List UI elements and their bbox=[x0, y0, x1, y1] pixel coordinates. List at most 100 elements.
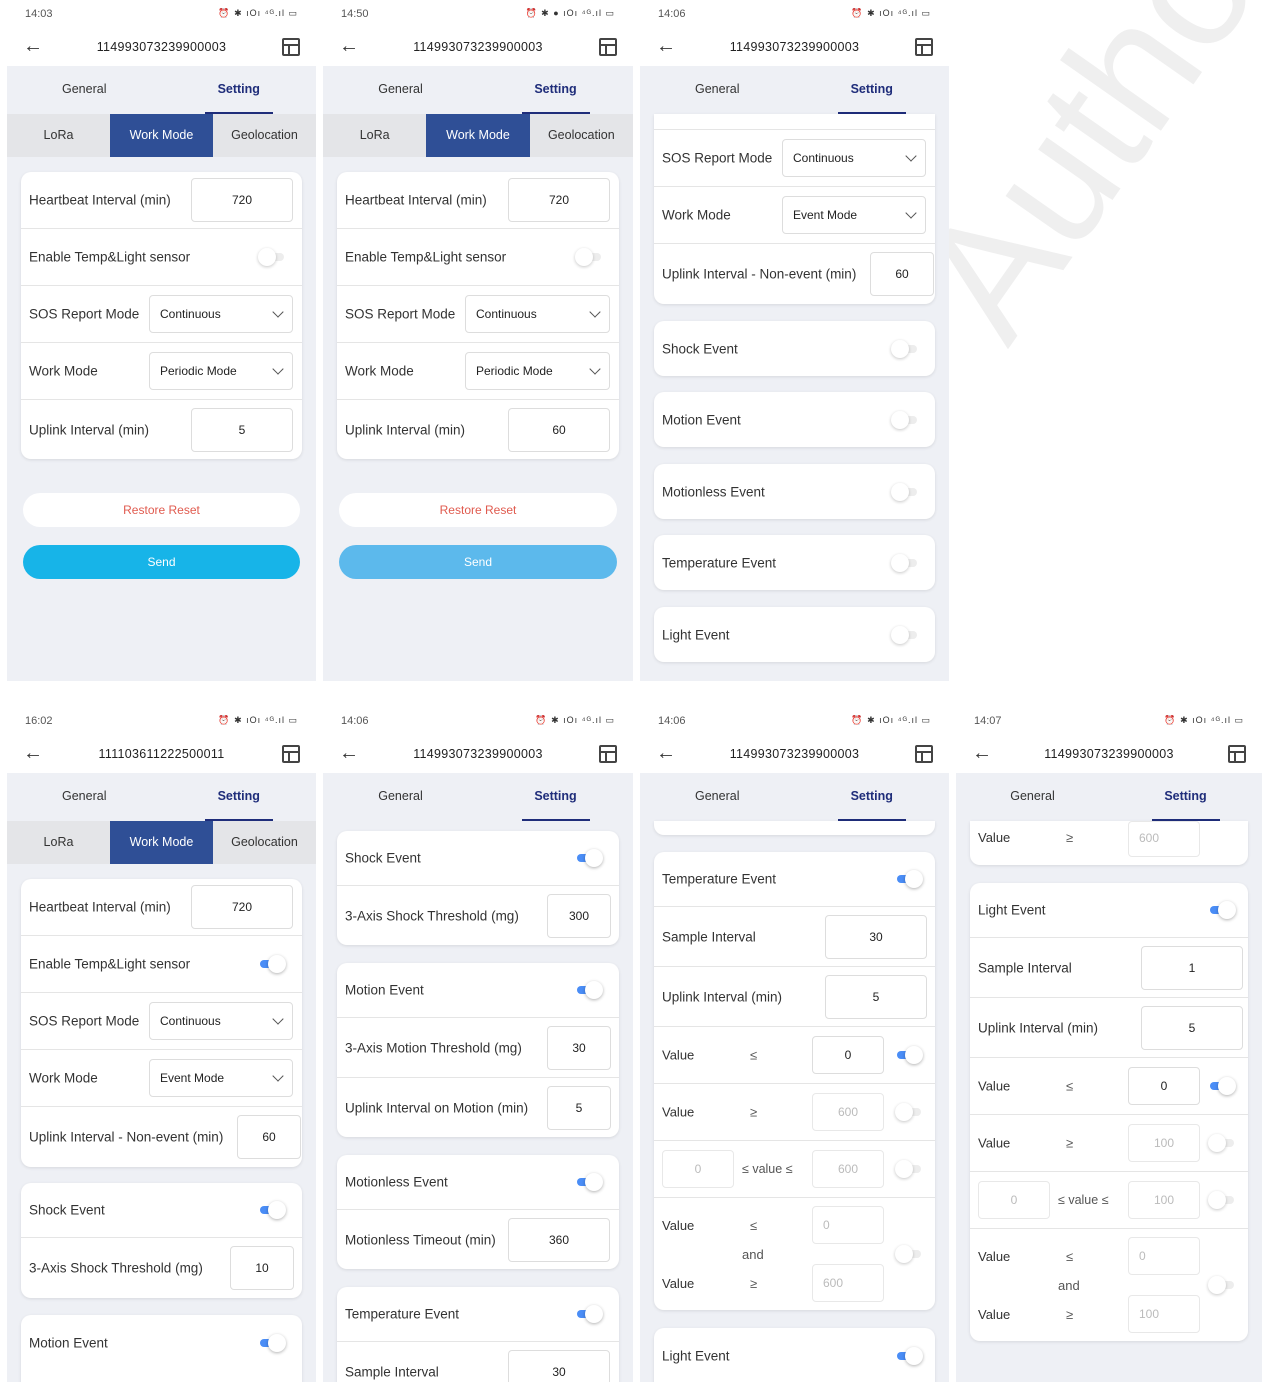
send-button[interactable]: Send bbox=[339, 545, 617, 579]
layout-icon[interactable] bbox=[1228, 745, 1246, 763]
value-ge-input[interactable]: 600 bbox=[812, 1093, 884, 1131]
motionless-event-toggle[interactable] bbox=[891, 482, 919, 501]
value-le-toggle[interactable] bbox=[1208, 1077, 1236, 1095]
shock-event-toggle[interactable] bbox=[891, 339, 919, 358]
sample-interval-input[interactable]: 1 bbox=[1141, 945, 1243, 990]
light-event-toggle[interactable] bbox=[1208, 901, 1236, 919]
status-time: 14:06 bbox=[341, 715, 369, 727]
heartbeat-input[interactable]: 720 bbox=[508, 178, 610, 222]
shock-event-toggle[interactable] bbox=[258, 1201, 286, 1219]
between-low-input[interactable]: 0 bbox=[662, 1150, 734, 1188]
tab-general[interactable]: General bbox=[323, 66, 478, 114]
value-ge-toggle[interactable] bbox=[895, 1103, 923, 1121]
value-le-input[interactable]: 0 bbox=[1128, 1067, 1200, 1105]
between-high-input[interactable]: 100 bbox=[1128, 1181, 1200, 1219]
sub-tab-lora[interactable]: LoRa bbox=[323, 114, 426, 157]
value-between-row: 0 ≤ value ≤ 100 bbox=[970, 1172, 1248, 1229]
send-button[interactable]: Send bbox=[23, 545, 300, 579]
tab-general[interactable]: General bbox=[956, 773, 1109, 821]
templight-toggle[interactable] bbox=[575, 248, 603, 266]
temperature-event-row: Temperature Event bbox=[337, 1287, 619, 1342]
value-and-toggle[interactable] bbox=[1208, 1276, 1236, 1294]
temperature-event-toggle[interactable] bbox=[895, 870, 923, 888]
value-le-input[interactable]: 0 bbox=[812, 1036, 884, 1074]
templight-toggle[interactable] bbox=[258, 955, 286, 973]
between-low-input[interactable]: 0 bbox=[978, 1181, 1050, 1219]
workmode-select[interactable]: Event Mode bbox=[149, 1059, 293, 1097]
sub-tab-geolocation[interactable]: Geolocation bbox=[530, 114, 633, 157]
tab-setting[interactable]: Setting bbox=[795, 773, 950, 821]
and-high-input[interactable]: 600 bbox=[812, 1264, 884, 1302]
temperature-event-toggle[interactable] bbox=[891, 553, 919, 572]
motion-event-toggle[interactable] bbox=[891, 410, 919, 429]
uplink-input[interactable]: 5 bbox=[191, 407, 293, 452]
value-ge-toggle[interactable] bbox=[1208, 1134, 1236, 1152]
sos-select[interactable]: Continuous bbox=[149, 295, 293, 333]
layout-icon[interactable] bbox=[599, 38, 617, 56]
workmode-select[interactable]: Periodic Mode bbox=[465, 352, 610, 390]
shock-threshold-input[interactable]: 10 bbox=[230, 1246, 294, 1290]
sub-tab-lora[interactable]: LoRa bbox=[7, 821, 110, 864]
tab-setting[interactable]: Setting bbox=[478, 66, 633, 114]
sub-tab-geolocation[interactable]: Geolocation bbox=[213, 114, 316, 157]
and-low-input[interactable]: 0 bbox=[1128, 1237, 1200, 1275]
restore-reset-button[interactable]: Restore Reset bbox=[23, 493, 300, 527]
tab-setting[interactable]: Setting bbox=[1109, 773, 1262, 821]
temperature-event-toggle[interactable] bbox=[575, 1305, 603, 1323]
tab-general[interactable]: General bbox=[640, 66, 795, 114]
value-le-toggle[interactable] bbox=[895, 1046, 923, 1064]
tab-general[interactable]: General bbox=[323, 773, 478, 821]
value-between-toggle[interactable] bbox=[1208, 1191, 1236, 1209]
restore-reset-button[interactable]: Restore Reset bbox=[339, 493, 617, 527]
motion-event-toggle[interactable] bbox=[575, 981, 603, 999]
sos-select[interactable]: Continuous bbox=[782, 139, 926, 177]
shock-event-toggle[interactable] bbox=[575, 849, 603, 867]
prev-value-input[interactable]: 600 bbox=[1128, 821, 1200, 857]
tab-setting[interactable]: Setting bbox=[795, 66, 950, 114]
uplink-input[interactable]: 5 bbox=[1141, 1005, 1243, 1050]
layout-icon[interactable] bbox=[915, 745, 933, 763]
and-low-input[interactable]: 0 bbox=[812, 1206, 884, 1244]
sub-tab-work-mode[interactable]: Work Mode bbox=[109, 821, 213, 864]
sos-select[interactable]: Continuous bbox=[149, 1002, 293, 1040]
heartbeat-input[interactable]: 720 bbox=[191, 178, 293, 222]
templight-toggle[interactable] bbox=[258, 248, 286, 266]
value-and-toggle[interactable] bbox=[895, 1245, 923, 1263]
sub-tab-work-mode[interactable]: Work Mode bbox=[109, 114, 213, 157]
uplink-nonevent-input[interactable]: 60 bbox=[237, 1115, 301, 1159]
motionless-timeout-input[interactable]: 360 bbox=[508, 1217, 610, 1262]
layout-icon[interactable] bbox=[282, 745, 300, 763]
uplink-nonevent-input[interactable]: 60 bbox=[870, 252, 934, 296]
workmode-select[interactable]: Event Mode bbox=[782, 196, 926, 234]
light-event-toggle[interactable] bbox=[891, 625, 919, 644]
motionless-event-toggle[interactable] bbox=[575, 1173, 603, 1191]
tab-general[interactable]: General bbox=[7, 66, 162, 114]
motion-threshold-input[interactable]: 30 bbox=[547, 1025, 611, 1070]
uplink-input[interactable]: 60 bbox=[508, 407, 610, 452]
tab-setting[interactable]: Setting bbox=[478, 773, 633, 821]
sub-tab-geolocation[interactable]: Geolocation bbox=[213, 821, 316, 864]
sample-interval-input[interactable]: 30 bbox=[508, 1349, 610, 1382]
sample-interval-input[interactable]: 30 bbox=[825, 914, 927, 959]
tab-general[interactable]: General bbox=[640, 773, 795, 821]
shock-threshold-input[interactable]: 300 bbox=[547, 893, 611, 938]
tab-setting[interactable]: Setting bbox=[162, 66, 317, 114]
value-ge-input[interactable]: 100 bbox=[1128, 1124, 1200, 1162]
workmode-select[interactable]: Periodic Mode bbox=[149, 352, 293, 390]
layout-icon[interactable] bbox=[282, 38, 300, 56]
tab-general[interactable]: General bbox=[7, 773, 162, 821]
sub-tab-work-mode[interactable]: Work Mode bbox=[426, 114, 530, 157]
layout-icon[interactable] bbox=[599, 745, 617, 763]
between-high-input[interactable]: 600 bbox=[812, 1150, 884, 1188]
and-high-input[interactable]: 100 bbox=[1128, 1295, 1200, 1333]
motion-event-toggle[interactable] bbox=[258, 1333, 286, 1352]
layout-icon[interactable] bbox=[915, 38, 933, 56]
heartbeat-input[interactable]: 720 bbox=[191, 885, 293, 929]
sos-select[interactable]: Continuous bbox=[465, 295, 610, 333]
value-between-toggle[interactable] bbox=[895, 1160, 923, 1178]
sub-tab-lora[interactable]: LoRa bbox=[7, 114, 110, 157]
uplink-motion-input[interactable]: 5 bbox=[547, 1085, 611, 1130]
light-event-toggle[interactable] bbox=[895, 1346, 923, 1365]
uplink-input[interactable]: 5 bbox=[825, 974, 927, 1019]
tab-setting[interactable]: Setting bbox=[162, 773, 317, 821]
